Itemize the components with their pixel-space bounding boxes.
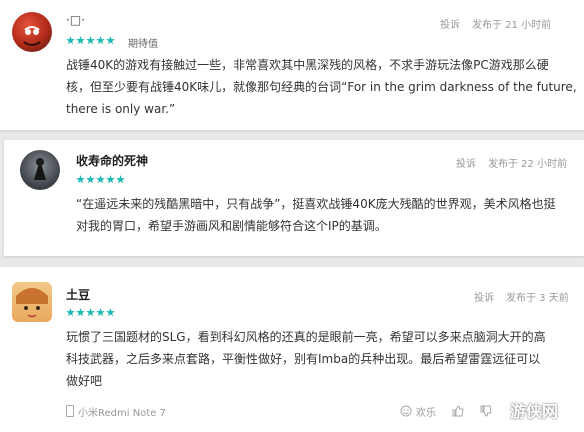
star-icon [96, 36, 105, 45]
happy-button[interactable]: 欢乐 [400, 404, 436, 419]
happy-label: 欢乐 [416, 407, 436, 419]
review-meta: 投诉 发布于 22 小时前 [456, 155, 567, 170]
review-line: 做好吧 [66, 374, 103, 388]
username[interactable]: ·□· [66, 13, 85, 27]
star-icon [96, 308, 105, 317]
review-text: 玩惯了三国题材的SLG，看到科幻风格的还真的是眼前一亮，希望可以多来点脑洞大开的… [66, 326, 546, 392]
dislike-button[interactable] [480, 405, 492, 417]
username[interactable]: 收寿命的死神 [76, 152, 148, 169]
star-icon [116, 175, 125, 184]
star-icon [106, 175, 115, 184]
star-icon [76, 175, 85, 184]
phone-icon [66, 405, 74, 417]
star-icon [86, 175, 95, 184]
avatar-figure-icon [23, 26, 41, 46]
review-line: 科技武器，之后多来点套路，平衡性做好，别有Imba的兵种出现。最后希望雷霆远征可… [66, 352, 541, 366]
device-info: 小米Redmi Note 7 [66, 402, 166, 420]
review-line: 玩惯了三国题材的SLG，看到科幻风格的还真的是眼前一亮，希望可以多来点脑洞大开的… [66, 330, 546, 344]
report-link[interactable]: 投诉 [456, 159, 476, 170]
username[interactable]: 土豆 [66, 286, 90, 303]
review-card: ·□· 期待值 投诉 发布于 21 小时前 战锤40K的游戏有接触过一些，非常喜欢… [0, 0, 584, 130]
star-icon [76, 36, 85, 45]
review-actions: 欢乐 [400, 402, 492, 420]
smile-icon [400, 405, 412, 417]
thumbs-down-icon [480, 405, 492, 417]
star-icon [86, 308, 95, 317]
review-line: 核，但至少要有战锤40K味儿，就像那句经典的台词“For in the grim… [66, 80, 577, 94]
watermark: 游侠网 [510, 402, 559, 421]
publish-time: 发布于 21 小时前 [472, 20, 552, 31]
avatar-reaper-icon [34, 158, 46, 180]
review-meta: 投诉 发布于 3 天前 [474, 289, 569, 304]
review-line: 战锤40K的游戏有接触过一些，非常喜欢其中黑深残的风格，不求手游玩法像PC游戏那… [66, 58, 549, 72]
review-line: “在遥远未来的残酷黑暗中，只有战争”，挺喜欢战锤40K庞大残酷的世界观，美术风格… [76, 197, 556, 211]
avatar[interactable] [12, 12, 52, 52]
star-icon [106, 36, 115, 45]
publish-time: 发布于 3 天前 [506, 293, 569, 304]
avatar[interactable] [20, 150, 60, 190]
star-icon [96, 175, 105, 184]
publish-time: 发布于 22 小时前 [488, 159, 568, 170]
rating-label: 期待值 [128, 39, 158, 50]
report-link[interactable]: 投诉 [474, 293, 494, 304]
avatar[interactable] [12, 282, 52, 322]
like-button[interactable] [452, 405, 464, 417]
avatar-anime-icon [16, 288, 48, 318]
device-name: 小米Redmi Note 7 [78, 407, 166, 419]
review-line: 对我的胃口，希望手游画风和剧情能够符合这个IP的基调。 [76, 219, 387, 233]
star-rating [76, 175, 125, 184]
star-icon [66, 36, 75, 45]
review-text: 战锤40K的游戏有接触过一些，非常喜欢其中黑深残的风格，不求手游玩法像PC游戏那… [66, 54, 577, 120]
star-icon [76, 308, 85, 317]
review-text: “在遥远未来的残酷黑暗中，只有战争”，挺喜欢战锤40K庞大残酷的世界观，美术风格… [76, 193, 556, 237]
star-icon [66, 308, 75, 317]
report-link[interactable]: 投诉 [440, 20, 460, 31]
thumbs-up-icon [452, 405, 464, 417]
star-rating [66, 36, 115, 45]
star-icon [86, 36, 95, 45]
star-rating [66, 308, 115, 317]
review-line: there is only war.” [66, 102, 176, 116]
review-meta: 投诉 发布于 21 小时前 [440, 16, 551, 31]
star-icon [106, 308, 115, 317]
